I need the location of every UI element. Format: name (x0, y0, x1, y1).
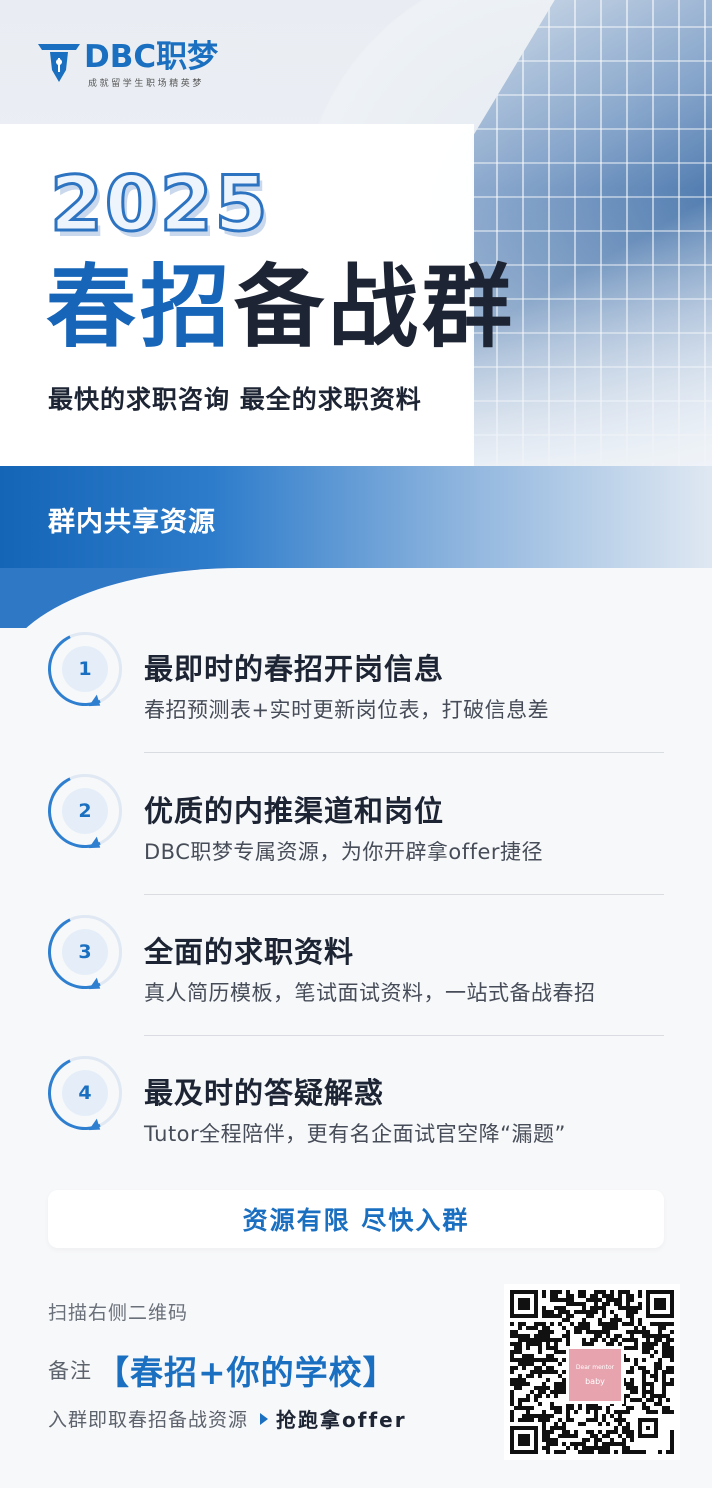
join-text: 入群即取春招备战资源 (48, 1409, 249, 1431)
item-number: 4 (62, 1070, 108, 1116)
list-item: 2 优质的内推渠道和岗位 DBC职梦专属资源，为你开辟拿offer捷径 (37, 763, 664, 915)
badge-top-text: Dear mentor (575, 1364, 615, 1371)
list-item: 1 最即时的春招开岗信息 春招预测表+实时更新岗位表，打破信息差 (37, 621, 664, 773)
resource-band-label: 群内共享资源 (48, 507, 216, 538)
headline: 春招备战群 (46, 258, 516, 358)
remark-value: 【春招+你的学校】 (96, 1353, 397, 1392)
year-title: 2025 (49, 159, 270, 248)
list-item: 4 最及时的答疑解惑 Tutor全程陪伴，更有名企面试官空降“漏题” (37, 1045, 664, 1197)
play-arrow-icon (260, 1412, 269, 1425)
divider (144, 752, 664, 753)
item-title: 最即时的春招开岗信息 (144, 652, 445, 686)
brand-slogan: 成就留学生职场精英梦 (88, 79, 205, 89)
qr-center-badge: Dear mentor baby (566, 1346, 624, 1404)
remark-label: 备注 (48, 1359, 92, 1383)
item-description: DBC职梦专属资源，为你开辟拿offer捷径 (144, 840, 544, 864)
divider (144, 894, 664, 895)
join-group-button[interactable]: 资源有限 尽快入群 (48, 1190, 664, 1248)
qr-code[interactable]: Dear mentor baby (504, 1284, 680, 1460)
item-description: 真人简历模板，笔试面试资料，一站式备战春招 (144, 981, 596, 1005)
divider (144, 1035, 664, 1036)
poster: DBC职梦 成就留学生职场精英梦 2025 春招备战群 最快的求职咨询 最全的求… (0, 0, 712, 1488)
tagline: 最快的求职咨询 最全的求职资料 (48, 385, 422, 414)
scan-hint: 扫描右侧二维码 (48, 1302, 189, 1324)
headline-blue: 春招 (46, 255, 234, 360)
item-title: 最及时的答疑解惑 (144, 1076, 385, 1110)
item-number: 3 (62, 929, 108, 975)
item-number: 2 (62, 788, 108, 834)
remark-line: 备注 【春招+你的学校】 (48, 1346, 397, 1394)
item-title: 优质的内推渠道和岗位 (144, 794, 445, 828)
item-description: 春招预测表+实时更新岗位表，打破信息差 (144, 698, 550, 722)
list-item: 3 全面的求职资料 真人简历模板，笔试面试资料，一站式备战春招 (37, 904, 664, 1056)
join-line: 入群即取春招备战资源 抢跑拿offer (48, 1404, 407, 1433)
brand-name: DBC职梦 (84, 39, 219, 75)
join-cta: 抢跑拿offer (276, 1408, 407, 1432)
badge-bottom-text: baby (585, 1377, 605, 1386)
item-number: 1 (62, 646, 108, 692)
headline-dark: 备战群 (234, 255, 516, 360)
item-title: 全面的求职资料 (144, 935, 355, 969)
item-description: Tutor全程陪伴，更有名企面试官空降“漏题” (144, 1122, 566, 1146)
